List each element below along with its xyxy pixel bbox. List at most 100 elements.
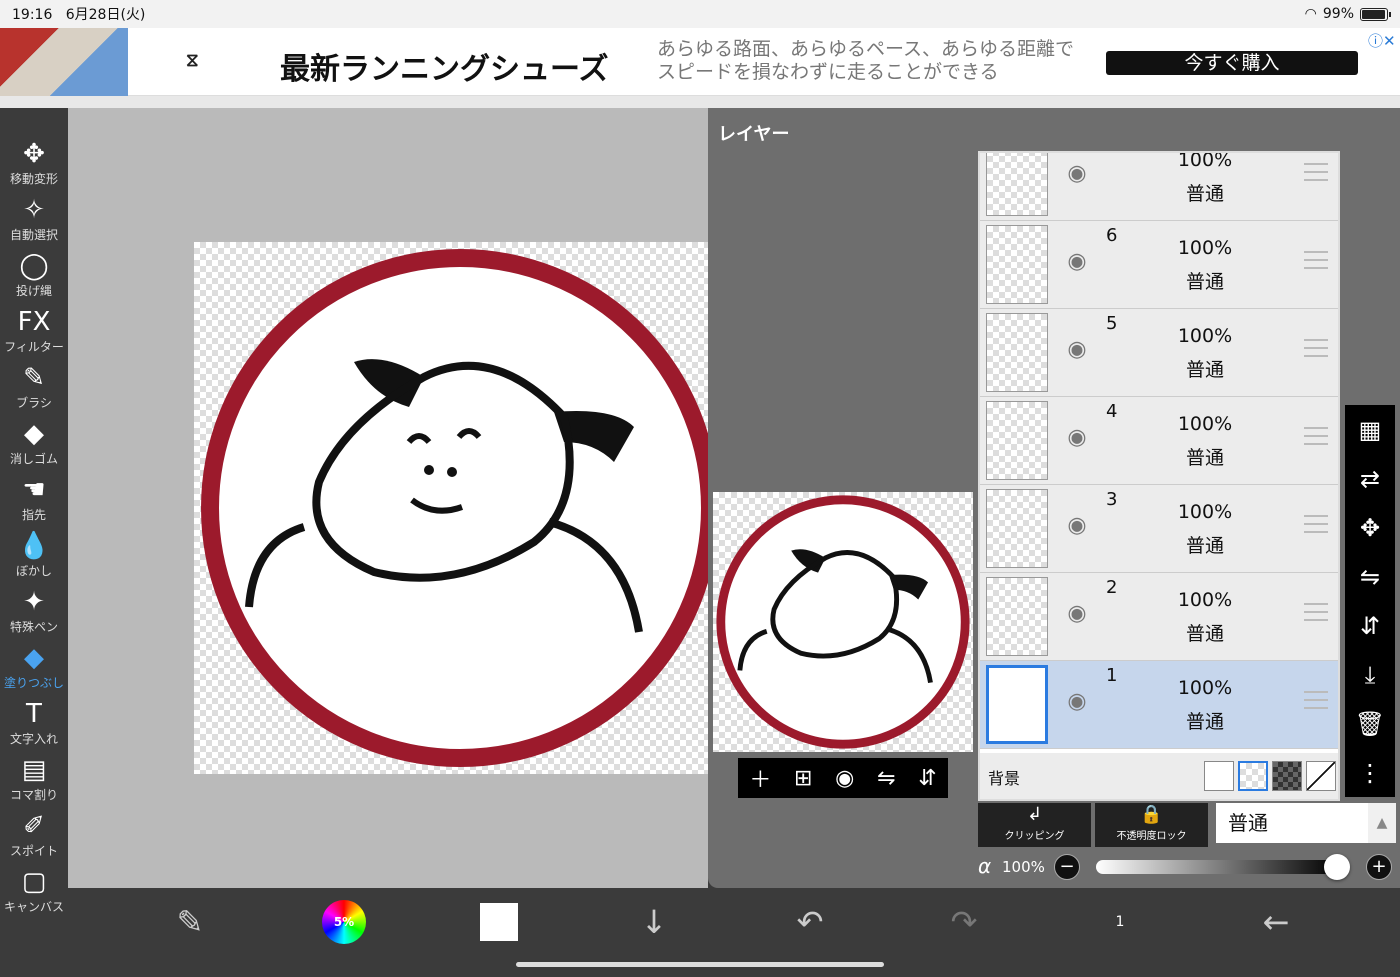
wifi-icon: ◠ [1304, 6, 1317, 22]
tool-13[interactable]: ▢ キャンバス [0, 866, 68, 922]
chevron-up-icon[interactable]: ▲ [1368, 803, 1396, 843]
tool-0[interactable]: ✥ 移動変形 [0, 138, 68, 194]
drag-handle-icon[interactable] [1304, 691, 1328, 709]
alpha-lock-button[interactable]: 🔒 不透明度ロック [1095, 803, 1208, 847]
tool-4[interactable]: ✎ ブラシ [0, 362, 68, 418]
drag-handle-icon[interactable] [1304, 251, 1328, 269]
layer-row[interactable]: ◉ 5 100% 普通 [980, 309, 1338, 397]
layer-thumbnail[interactable] [986, 225, 1048, 304]
arrow-down-icon[interactable]: ↓ [634, 902, 674, 942]
layer-thumbnail[interactable] [986, 153, 1048, 216]
layer-list[interactable]: ◉ 1 100% 普通 ◉ 2 100% 普通 ◉ 3 100% 普通 ◉ 4 100% 普通 ◉ 5 100% 普通… [978, 151, 1340, 801]
tool-2[interactable]: ◯ 投げ縄 [0, 250, 68, 306]
bg-dark-swatch[interactable] [1272, 761, 1302, 791]
eye-icon[interactable]: ◉ [1062, 691, 1092, 713]
layer-number: 7 [1106, 153, 1117, 158]
opacity-minus-button[interactable]: − [1054, 854, 1080, 880]
tool-label: スポイト [9, 844, 58, 858]
move-icon[interactable]: ✥ [1360, 514, 1380, 542]
eye-icon[interactable]: ◉ [1062, 251, 1092, 273]
more-icon[interactable]: ⋮ [1358, 759, 1382, 787]
merge-down-icon[interactable]: ⤓ [1365, 661, 1376, 689]
trash-icon[interactable]: 🗑 [1355, 710, 1385, 738]
opacity-slider-knob[interactable] [1324, 854, 1350, 880]
undo-icon[interactable]: ↶ [790, 902, 830, 942]
pen-eraser-toggle-icon[interactable]: ✎ [170, 902, 210, 942]
blend-mode-select[interactable]: 普通 [1216, 803, 1368, 843]
layer-action-bar: ＋ ⊞ ◉ ⇋ ⇵ [738, 758, 948, 798]
opacity-row: α 100% − + [978, 850, 1400, 884]
opacity-slider[interactable] [1096, 860, 1338, 874]
clipping-icon: ↲ [1026, 804, 1043, 825]
tool-6[interactable]: ☚ 指先 [0, 474, 68, 530]
bg-none-swatch[interactable] [1306, 761, 1336, 791]
tool-1[interactable]: ✧ 自動選択 [0, 194, 68, 250]
ad-buy-button[interactable]: 今すぐ購入 [1106, 51, 1358, 75]
clipping-button[interactable]: ↲ クリッピング [978, 803, 1091, 847]
tool-11[interactable]: ▤ コマ割り [0, 754, 68, 810]
tool-3[interactable]: FX フィルター [0, 306, 68, 362]
eye-icon[interactable]: ◉ [1062, 515, 1092, 537]
drag-handle-icon[interactable] [1304, 427, 1328, 445]
background-row: 背景 [980, 753, 1338, 799]
layer-row[interactable]: ◉ 2 100% 普通 [980, 573, 1338, 661]
layer-thumbnail[interactable] [986, 577, 1048, 656]
add-layer-icon[interactable]: ＋ [749, 762, 771, 794]
tool-10[interactable]: T 文字入れ [0, 698, 68, 754]
tool-9[interactable]: ◆ 塗りつぶし [0, 642, 68, 698]
tool-icon: ✥ [23, 139, 45, 169]
tool-12[interactable]: ✐ スポイト [0, 810, 68, 866]
layer-row[interactable]: ◉ 1 100% 普通 [980, 661, 1338, 749]
eye-icon[interactable]: ◉ [1062, 427, 1092, 449]
layer-row[interactable]: ◉ 3 100% 普通 [980, 485, 1338, 573]
camera-icon[interactable]: ◉ [835, 766, 854, 791]
tool-5[interactable]: ◆ 消しゴム [0, 418, 68, 474]
layer-thumbnail[interactable] [986, 665, 1048, 744]
layer-opacity: 100% [1177, 237, 1233, 259]
ad-banner[interactable]: ⧖ 最新ランニングシューズ あらゆる路面、あらゆるペース、あらゆる距離でスピード… [0, 28, 1400, 96]
opacity-plus-button[interactable]: + [1366, 854, 1392, 880]
tool-icon: ▢ [21, 867, 47, 897]
tool-7[interactable]: 💧 ぼかし [0, 530, 68, 586]
ad-title[interactable]: 最新ランニングシューズ [280, 44, 609, 88]
bg-white-swatch[interactable] [1204, 761, 1234, 791]
ad-image[interactable] [0, 28, 128, 96]
status-bar: 19:16 6月28日(火) ◠ 99% [0, 0, 1400, 28]
eye-icon[interactable]: ◉ [1062, 163, 1092, 185]
color-wheel-button[interactable]: 5% [322, 900, 366, 944]
flip-horizontal-icon[interactable]: ⇋ [877, 766, 895, 791]
layer-mode: 普通 [1185, 623, 1224, 645]
tool-icon: ✧ [23, 195, 45, 225]
flip-vertical-icon[interactable]: ⇵ [918, 766, 936, 791]
drag-handle-icon[interactable] [1304, 515, 1328, 533]
flip-v-icon[interactable]: ⇵ [1360, 612, 1380, 640]
layer-thumbnail[interactable] [986, 313, 1048, 392]
tool-label: フィルター [4, 340, 64, 354]
artwork-canvas[interactable] [194, 242, 726, 774]
layer-row[interactable]: ◉ 4 100% 普通 [980, 397, 1338, 485]
layer-row[interactable]: ◉ 7 100% 普通 [980, 153, 1338, 221]
redo-icon[interactable]: ↷ [944, 902, 984, 942]
bg-transparent-swatch[interactable] [1238, 761, 1268, 791]
layer-row[interactable]: ◉ 6 100% 普通 [980, 221, 1338, 309]
ad-description[interactable]: あらゆる路面、あらゆるペース、あらゆる距離でスピードを損なわずに走ることができる [657, 38, 1087, 84]
drag-handle-icon[interactable] [1304, 603, 1328, 621]
layer-thumbnail[interactable] [986, 401, 1048, 480]
flip-h-icon[interactable]: ⇋ [1360, 563, 1380, 591]
tool-label: 指先 [21, 508, 46, 522]
tool-label: ブラシ [16, 396, 52, 410]
ad-close-icon[interactable]: ⓘ✕ [1368, 30, 1396, 51]
tool-8[interactable]: ✦ 特殊ペン [0, 586, 68, 642]
drag-handle-icon[interactable] [1304, 163, 1328, 181]
layers-button[interactable]: 1 [1100, 902, 1140, 942]
swap-icon[interactable]: ⇄ [1360, 465, 1380, 493]
add-layer-copy-icon[interactable]: ⊞ [794, 766, 812, 791]
layer-thumbnail[interactable] [986, 489, 1048, 568]
tool-label: 投げ縄 [15, 284, 52, 298]
current-color-swatch[interactable] [480, 903, 518, 941]
drag-handle-icon[interactable] [1304, 339, 1328, 357]
eye-icon[interactable]: ◉ [1062, 339, 1092, 361]
back-icon[interactable]: ← [1256, 902, 1296, 942]
transparency-icon[interactable]: ▦ [1359, 416, 1382, 444]
eye-icon[interactable]: ◉ [1062, 603, 1092, 625]
